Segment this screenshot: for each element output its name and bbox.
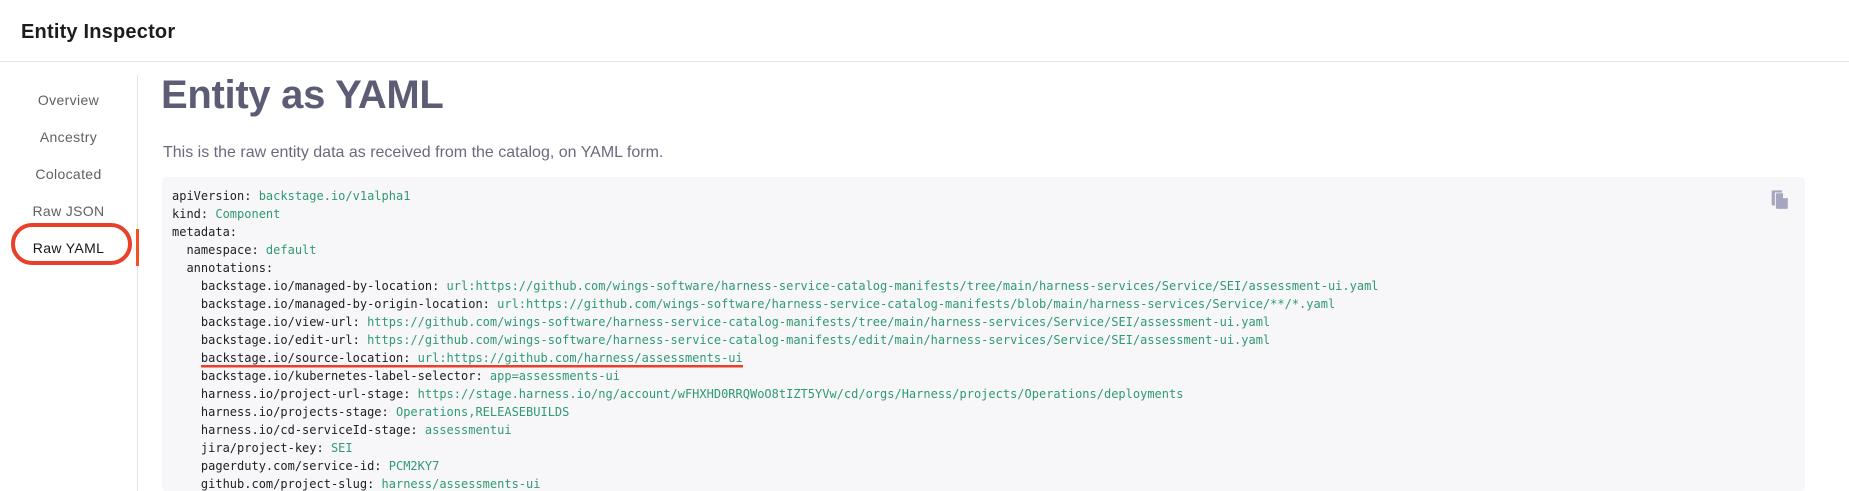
yaml-line: namespace: default — [172, 241, 1795, 259]
page-title: Entity as YAML — [161, 75, 444, 115]
sidebar-item-overview[interactable]: Overview — [0, 81, 137, 118]
yaml-line: harness.io/project-url-stage: https://st… — [172, 385, 1795, 403]
active-tab-indicator — [136, 229, 139, 266]
yaml-line: github.com/project-slug: harness/assessm… — [172, 475, 1795, 491]
yaml-line: kind: Component — [172, 205, 1795, 223]
yaml-line: harness.io/cd-serviceId-stage: assessmen… — [172, 421, 1795, 439]
yaml-line: backstage.io/view-url: https://github.co… — [172, 313, 1795, 331]
yaml-code[interactable]: apiVersion: backstage.io/v1alpha1kind: C… — [172, 187, 1795, 491]
header-divider — [0, 61, 1849, 62]
yaml-line: apiVersion: backstage.io/v1alpha1 — [172, 187, 1795, 205]
yaml-line: backstage.io/managed-by-origin-location:… — [172, 295, 1795, 313]
copy-icon — [1768, 188, 1791, 214]
sidebar-item-raw-yaml[interactable]: Raw YAML — [0, 229, 137, 266]
inspector-sidebar: OverviewAncestryColocatedRaw JSONRaw YAM… — [0, 75, 138, 491]
yaml-line: annotations: — [172, 259, 1795, 277]
yaml-line: backstage.io/kubernetes-label-selector: … — [172, 367, 1795, 385]
yaml-line: metadata: — [172, 223, 1795, 241]
yaml-line: jira/project-key: SEI — [172, 439, 1795, 457]
sidebar-item-colocated[interactable]: Colocated — [0, 155, 137, 192]
yaml-line: harness.io/projects-stage: Operations,RE… — [172, 403, 1795, 421]
sidebar-item-ancestry[interactable]: Ancestry — [0, 118, 137, 155]
copy-button[interactable] — [1765, 187, 1793, 215]
yaml-line: backstage.io/managed-by-location: url:ht… — [172, 277, 1795, 295]
yaml-code-block: apiVersion: backstage.io/v1alpha1kind: C… — [162, 177, 1805, 491]
dialog-title: Entity Inspector — [21, 21, 175, 44]
yaml-line: pagerduty.com/service-id: PCM2KY7 — [172, 457, 1795, 475]
yaml-line: backstage.io/edit-url: https://github.co… — [172, 331, 1795, 349]
yaml-line: backstage.io/source-location: url:https:… — [172, 349, 1795, 367]
sidebar-item-raw-json[interactable]: Raw JSON — [0, 192, 137, 229]
page-subtitle: This is the raw entity data as received … — [163, 143, 663, 162]
